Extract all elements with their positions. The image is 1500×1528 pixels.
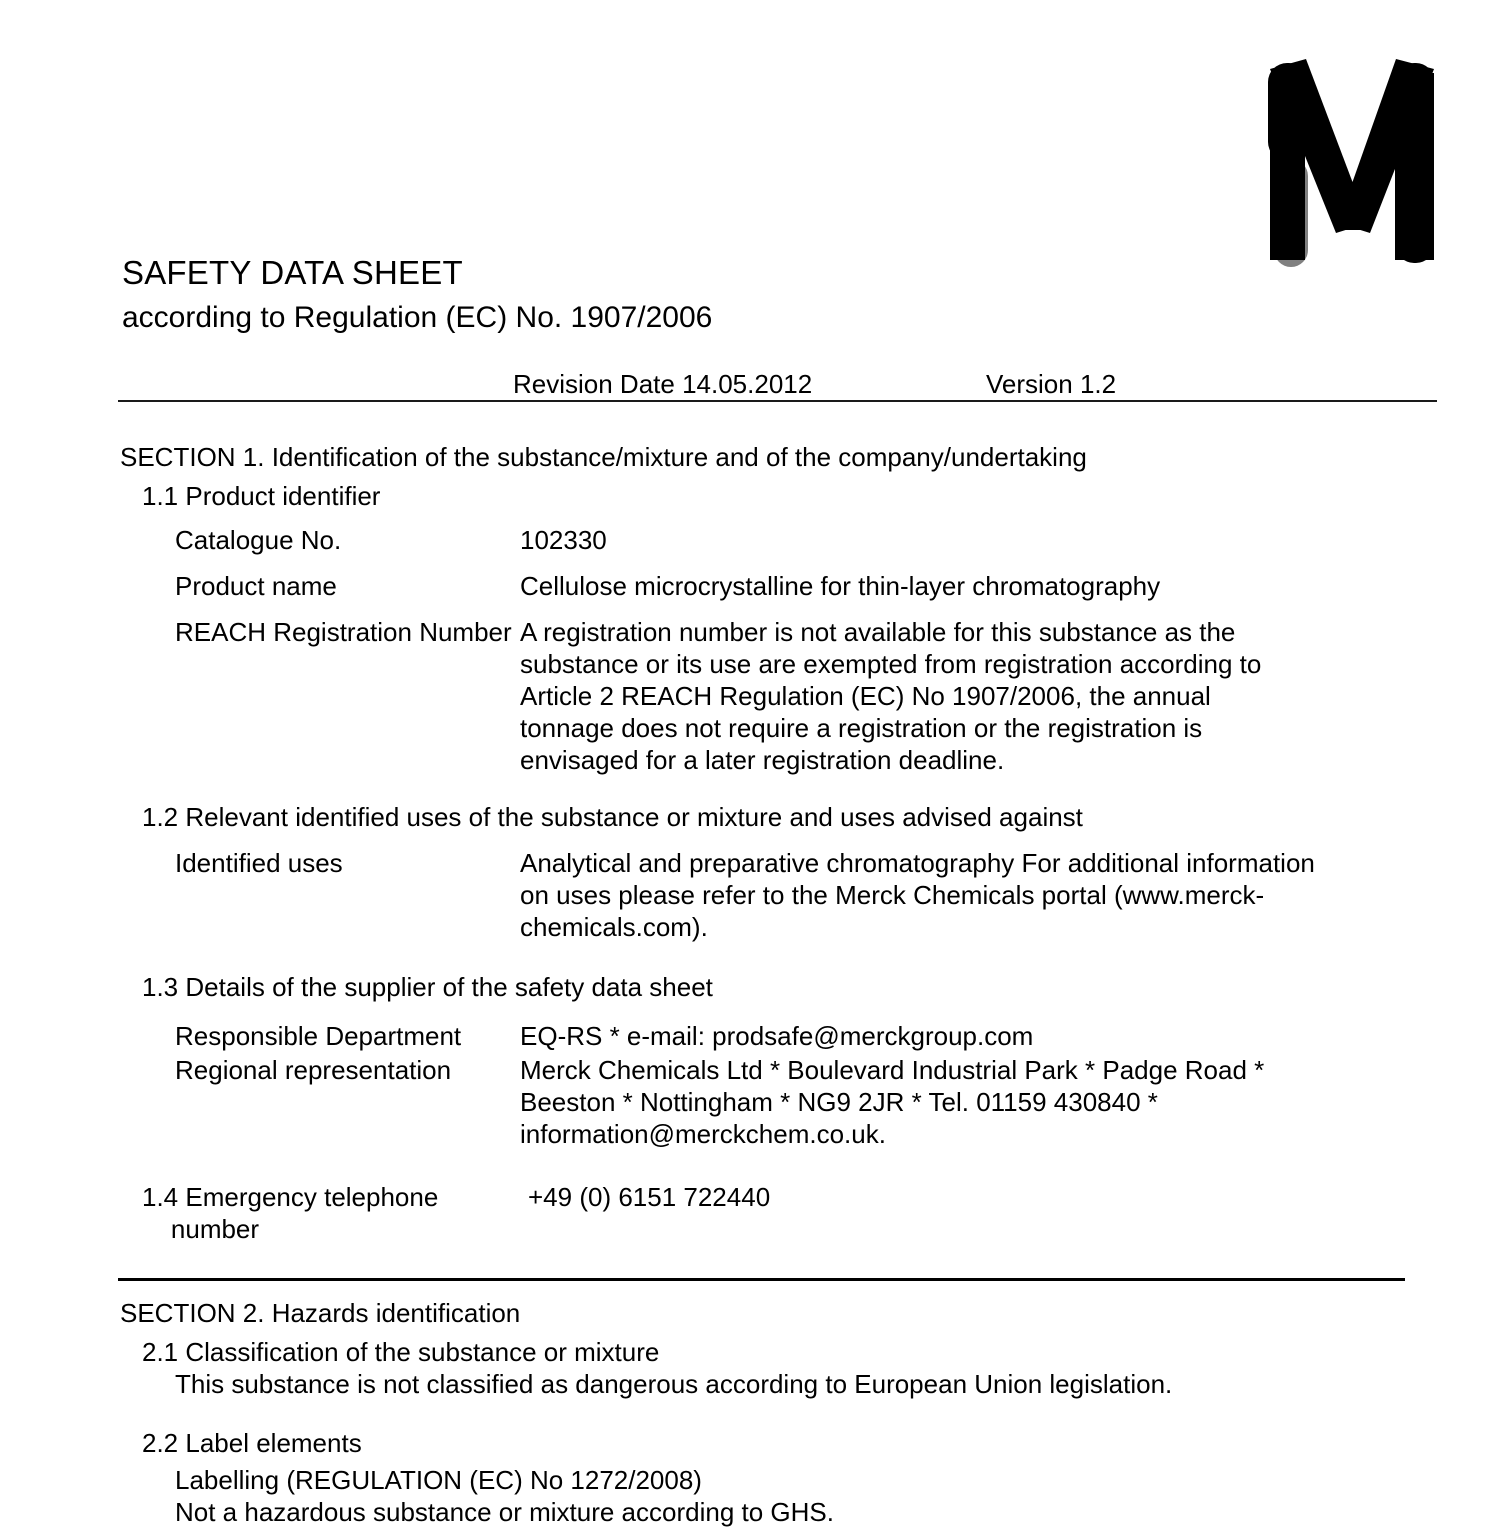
version-label: Version 1.2 <box>986 369 1117 399</box>
section-2-heading: SECTION 2. Hazards identification <box>120 1298 521 1328</box>
responsible-department-label: Responsible Department <box>175 1021 462 1051</box>
section-2-divider <box>118 1278 1405 1281</box>
catalogue-no-value: 102330 <box>520 525 607 555</box>
logo-right-stem <box>1396 63 1434 263</box>
section-2-2-heading: 2.2 Label elements <box>142 1428 362 1458</box>
reach-registration-label: REACH Registration Number <box>175 617 512 647</box>
catalogue-no-label: Catalogue No. <box>175 525 342 555</box>
identified-uses-value: Analytical and preparative chromatograph… <box>520 848 1315 942</box>
page-title: SAFETY DATA SHEET <box>122 254 463 291</box>
section-2-1-heading: 2.1 Classification of the substance or m… <box>142 1337 660 1367</box>
product-name-value: Cellulose microcrystalline for thin-laye… <box>520 571 1161 601</box>
section-1-heading: SECTION 1. Identification of the substan… <box>120 442 1087 472</box>
revision-date: Revision Date 14.05.2012 <box>513 369 813 399</box>
page-subtitle: according to Regulation (EC) No. 1907/20… <box>122 301 713 334</box>
header-divider <box>118 400 1437 402</box>
emergency-telephone-value: +49 (0) 6151 722440 <box>528 1182 771 1212</box>
section-2-1-body: This substance is not classified as dang… <box>175 1369 1173 1399</box>
product-name-label: Product name <box>175 571 337 601</box>
regional-representation-label: Regional representation <box>175 1055 452 1085</box>
emergency-telephone-label: 1.4 Emergency telephone number <box>142 1182 439 1244</box>
regional-representation-value: Merck Chemicals Ltd * Boulevard Industri… <box>520 1055 1265 1149</box>
merck-m-logo <box>1258 55 1443 270</box>
section-1-3-heading: 1.3 Details of the supplier of the safet… <box>142 972 713 1002</box>
sds-page: SAFETY DATA SHEET according to Regulatio… <box>0 0 1500 1527</box>
reach-registration-value: A registration number is not available f… <box>520 617 1262 775</box>
labelling-heading: Labelling (REGULATION (EC) No 1272/2008) <box>175 1465 702 1495</box>
identified-uses-label: Identified uses <box>175 848 343 878</box>
labelling-body: Not a hazardous substance or mixture acc… <box>175 1497 834 1527</box>
section-1-2-heading: 1.2 Relevant identified uses of the subs… <box>142 802 1083 832</box>
section-1-1-heading: 1.1 Product identifier <box>142 481 381 511</box>
responsible-department-value: EQ-RS * e-mail: prodsafe@merckgroup.com <box>520 1021 1034 1051</box>
